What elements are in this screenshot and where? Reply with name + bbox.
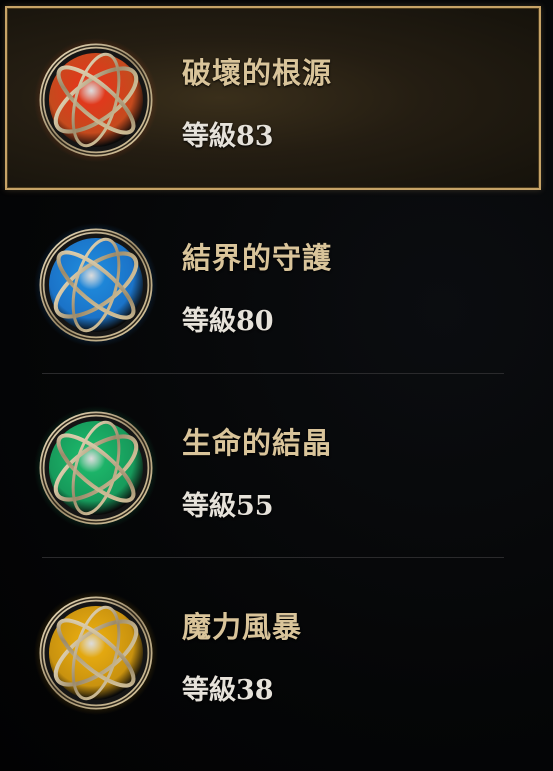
red-fire-orb-icon — [33, 37, 159, 163]
blue-water-orb-icon — [33, 222, 159, 348]
skill-level: 等級38 — [182, 675, 274, 706]
skill-name: 魔力風暴 — [182, 610, 303, 644]
divider — [42, 557, 504, 558]
gold-storm-orb-icon — [33, 590, 159, 716]
skill-level: 等級83 — [182, 121, 274, 152]
skill-name: 破壞的根源 — [182, 56, 333, 90]
skill-name: 生命的結晶 — [182, 426, 333, 460]
green-life-orb-icon — [33, 405, 159, 531]
skill-name: 結界的守護 — [182, 241, 333, 275]
skill-list-panel: 破壞的根源 等級83 結界的守護 等級80 生命的結晶 等級55 魔力風暴 等級… — [0, 0, 553, 771]
skill-level: 等級80 — [182, 306, 274, 337]
divider — [42, 373, 504, 374]
skill-level: 等級55 — [182, 491, 274, 522]
